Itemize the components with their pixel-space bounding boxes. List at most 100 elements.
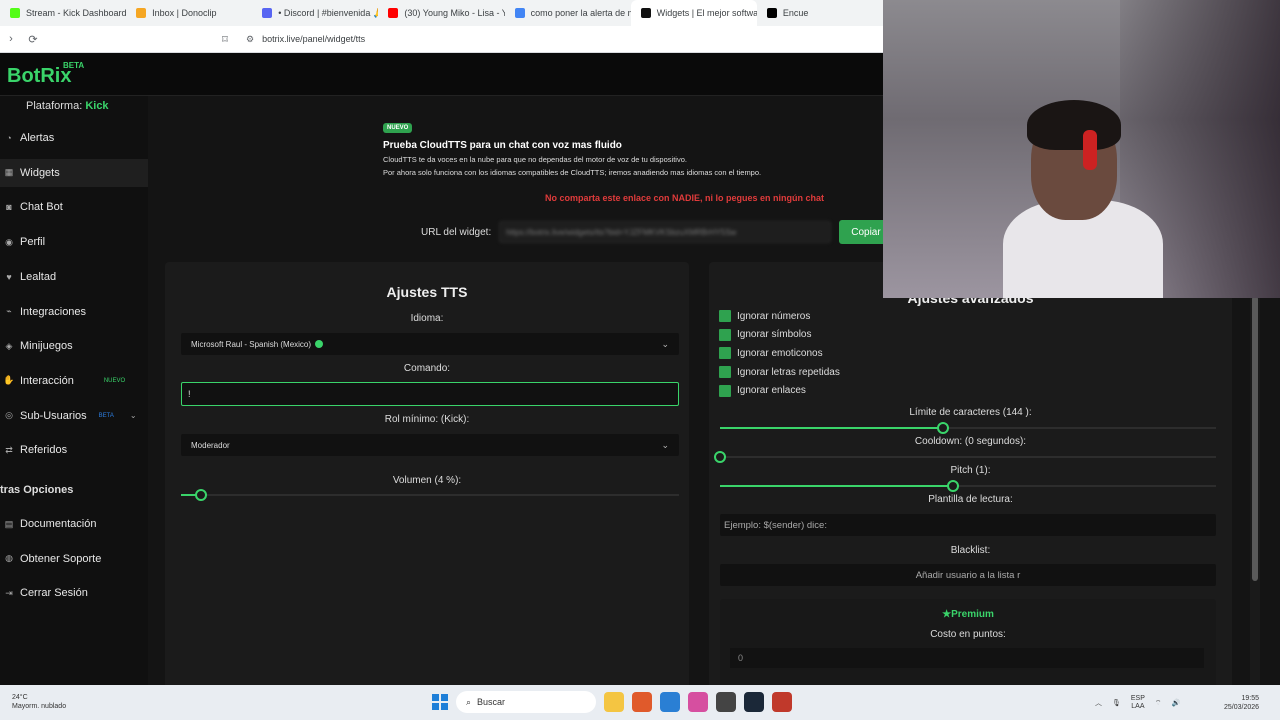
sidebar-item-label: Documentación — [20, 518, 97, 530]
brave-browser-icon[interactable] — [632, 692, 652, 712]
users-icon: ◎ — [5, 410, 13, 421]
page-scrollbar[interactable] — [1250, 296, 1260, 685]
game-app-icon[interactable] — [772, 692, 792, 712]
sidebar-item-widgets[interactable]: ▦ Widgets — [0, 158, 148, 187]
wifi-icon[interactable]: ⌔ — [1155, 699, 1162, 708]
ignore-option-checkbox[interactable]: Ignorar emoticonos — [719, 347, 823, 360]
instagram-icon[interactable] — [688, 692, 708, 712]
sidebar-item-minijuegos[interactable]: ◈ Minijuegos — [0, 332, 148, 360]
start-button-icon[interactable] — [432, 694, 448, 710]
sidebar-item-perfil[interactable]: ◉ Perfil — [0, 228, 148, 256]
support-icon: ◍ — [5, 553, 13, 564]
sidebar-item-alertas[interactable]: ◔ Alertas — [0, 124, 148, 152]
char-limit-label: Límite de caracteres (144 ): — [909, 407, 1032, 418]
sidebar-badge: NUEVO — [103, 377, 126, 384]
bookmark-icon[interactable]: ⌑ — [214, 33, 236, 46]
pitch-slider[interactable] — [720, 478, 1216, 494]
tab-favicon-icon — [388, 8, 399, 18]
ignore-option-checkbox[interactable]: Ignorar números — [719, 310, 810, 322]
checkbox-checked-icon[interactable] — [719, 347, 731, 360]
sidebar-item-obtener-soporte[interactable]: ◍ Obtener Soporte — [0, 545, 148, 573]
weather-temp: 24°C — [12, 694, 28, 701]
cooldown-slider[interactable] — [714, 449, 1216, 465]
language-select[interactable]: Microsoft Raul - Spanish (Mexico) ⌄ — [181, 333, 679, 355]
scrollbar-thumb[interactable] — [1252, 296, 1258, 581]
browser-tab[interactable]: Inbox | Donoclip — [126, 0, 252, 26]
chevron-down-icon[interactable]: ⌄ — [130, 411, 137, 420]
ignore-option-checkbox[interactable]: Ignorar símbolos — [719, 328, 811, 341]
plug-icon: ⌁ — [6, 306, 12, 316]
browser-tab[interactable]: Widgets | El mejor softwa✕ — [630, 0, 757, 26]
tab-favicon-icon — [136, 8, 147, 18]
sidebar-item-integraciones[interactable]: ⌁ Integraciones — [0, 298, 148, 326]
points-cost-input[interactable]: 0 — [730, 648, 1204, 668]
sidebar-item-documentaci-n[interactable]: ▤ Documentación — [0, 510, 148, 538]
command-input[interactable]: ! — [181, 382, 679, 406]
language-label: Idioma: — [410, 313, 444, 324]
checkbox-checked-icon[interactable] — [719, 310, 731, 322]
checkbox-checked-icon[interactable] — [719, 328, 731, 341]
chevron-up-icon[interactable]: ︿ — [1095, 698, 1102, 708]
widget-url-row: URL del widget: https://botrix.live/widg… — [421, 220, 893, 244]
volume-slider-thumb[interactable] — [194, 489, 207, 501]
tab-favicon-icon — [514, 8, 525, 18]
reload-icon[interactable]: ⟳ — [22, 33, 44, 46]
taskbar-clock[interactable]: 19:55 25/03/2026 — [1224, 694, 1259, 712]
sidebar-item-sub-usuarios[interactable]: ◎ Sub-Usuarios BETA ⌄ — [0, 402, 148, 430]
sidebar-item-interacci-n[interactable]: ✋ Interacción NUEVO — [0, 367, 148, 395]
checkbox-checked-icon[interactable] — [719, 366, 731, 379]
sidebar-item-label: Widgets — [20, 166, 60, 179]
status-dot-icon — [315, 340, 324, 348]
search-icon: ⌕ — [466, 696, 472, 707]
sidebar-item-cerrar-sesi-n[interactable]: ⇥ Cerrar Sesión — [0, 579, 148, 607]
browser-tab[interactable]: Stream - Kick Dashboard — [0, 0, 126, 26]
checkbox-checked-icon[interactable] — [719, 384, 731, 397]
sidebar-item-lealtad[interactable]: ♥ Lealtad — [0, 263, 148, 291]
browser-tab[interactable]: • Discord | #bienvenida 🙏 | Sl — [252, 0, 378, 26]
share-icon: ⇄ — [5, 444, 13, 455]
template-input[interactable]: Ejemplo: $(sender) dice: — [720, 514, 1216, 536]
ignore-option-checkbox[interactable]: Ignorar letras repetidas — [719, 366, 840, 379]
ignore-option-checkbox[interactable]: Ignorar enlaces — [719, 384, 806, 397]
sidebar-item-chat-bot[interactable]: ◙ Chat Bot — [0, 193, 148, 221]
forward-icon[interactable]: › — [0, 33, 22, 45]
checkbox-label: Ignorar enlaces — [737, 385, 806, 397]
app-header: BotRix BETA — [0, 53, 883, 96]
app-icon[interactable] — [716, 692, 736, 712]
file-explorer-icon[interactable] — [604, 692, 624, 712]
advanced-settings-card: Ajustes avanzados Ignorar números Ignorar… — [709, 262, 1232, 685]
site-info-icon[interactable]: ⚙ — [246, 34, 254, 45]
taskbar-search[interactable]: ⌕ Buscar — [456, 691, 596, 713]
tab-title: Stream - Kick Dashboard — [26, 8, 127, 18]
cooldown-slider-thumb[interactable] — [714, 451, 726, 463]
microphone-icon[interactable]: 🎙 — [1112, 699, 1121, 707]
widget-url-field[interactable]: https://botrix.live/widgets/tts?bid=YJZF… — [499, 221, 832, 243]
sidebar-item-label: Cerrar Sesión — [20, 587, 88, 600]
star-icon: ★ — [942, 609, 952, 620]
char-limit-slider-thumb[interactable] — [937, 422, 950, 434]
platform-indicator: Plataforma: Kick — [26, 100, 109, 112]
url-text[interactable]: botrix.live/panel/widget/tts — [262, 34, 365, 44]
tab-title: Inbox | Donoclip — [152, 8, 217, 18]
taskbar-search-label: Buscar — [477, 697, 506, 707]
browser-tab[interactable]: como poner la alerta de mi fo — [505, 0, 631, 26]
tab-title: (30) Young Miko - Lisa - YouTu — [404, 8, 504, 18]
min-role-select[interactable]: Moderador ⌄ — [181, 434, 679, 456]
steam-icon[interactable] — [744, 692, 764, 712]
volume-slider[interactable] — [181, 487, 679, 503]
premium-title: ★Premium — [720, 609, 1216, 620]
language-indicator[interactable]: ESP LAA — [1131, 695, 1145, 711]
volume-icon[interactable]: 🔊 — [1172, 699, 1181, 707]
edge-browser-icon[interactable] — [660, 692, 680, 712]
browser-tab[interactable]: Encue — [757, 0, 883, 26]
sidebar-item-label: Obtener Soporte — [20, 552, 102, 565]
char-limit-slider[interactable] — [720, 420, 1216, 436]
sidebar-item-referidos[interactable]: ⇄ Referidos — [0, 436, 148, 464]
points-cost-label: Costo en puntos: — [930, 629, 1006, 640]
pitch-slider-thumb[interactable] — [947, 480, 960, 492]
volume-label: Volumen (4 %): — [392, 475, 462, 486]
botrix-logo[interactable]: BotRix BETA — [7, 61, 84, 88]
browser-tab[interactable]: (30) Young Miko - Lisa - YouTu — [378, 0, 505, 26]
blacklist-input[interactable]: Añadir usuario a la lista r — [720, 564, 1216, 586]
weather-widget[interactable]: 24°C Mayorm. nublado — [12, 693, 66, 711]
